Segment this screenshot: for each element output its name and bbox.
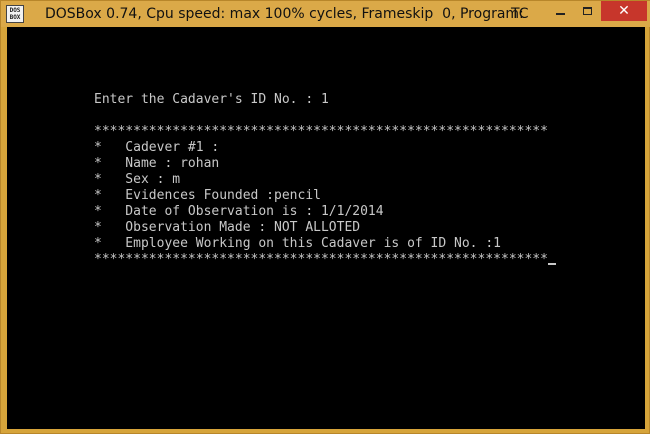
minimize-button[interactable]	[547, 1, 574, 21]
record-name: * Name : rohan	[94, 156, 220, 171]
record-observation-made: * Observation Made : NOT ALLOTED	[94, 220, 361, 235]
dosbox-icon[interactable]: DOS BOX	[6, 5, 24, 23]
record-observation-date: * Date of Observation is : 1/1/2014	[94, 204, 384, 219]
maximize-button[interactable]	[574, 1, 601, 21]
text-cursor	[547, 263, 556, 265]
record-border-top: ****************************************…	[94, 124, 548, 139]
record-sex: * Sex : m	[94, 172, 181, 187]
record-evidences: * Evidences Founded :pencil	[94, 188, 321, 203]
close-icon: ✕	[618, 3, 630, 19]
terminal-output: Enter the Cadaver's ID No. : 1 **********…	[94, 92, 556, 268]
minimize-icon	[556, 13, 565, 15]
icon-text-top: DOS	[9, 7, 21, 14]
window-title: DOSBox 0.74, Cpu speed: max 100% cycles,…	[45, 6, 524, 22]
cadaver-id-prompt: Enter the Cadaver's ID No. : 1	[94, 92, 329, 107]
record-employee-id: * Employee Working on this Cadaver is of…	[94, 236, 501, 251]
record-border-bottom: ****************************************…	[94, 252, 548, 267]
maximize-icon	[583, 7, 592, 15]
title-bar[interactable]: DOS BOX DOSBox 0.74, Cpu speed: max 100%…	[1, 1, 650, 27]
program-name: TC	[511, 6, 529, 22]
record-cadaver-number: * Cadever #1 :	[94, 140, 220, 155]
record-border-bottom-line: ****************************************…	[94, 252, 556, 268]
close-button[interactable]: ✕	[601, 1, 647, 21]
dos-screen[interactable]: Enter the Cadaver's ID No. : 1 **********…	[7, 27, 645, 429]
dosbox-window: DOS BOX DOSBox 0.74, Cpu speed: max 100%…	[0, 0, 650, 434]
icon-text-bottom: BOX	[9, 14, 21, 21]
